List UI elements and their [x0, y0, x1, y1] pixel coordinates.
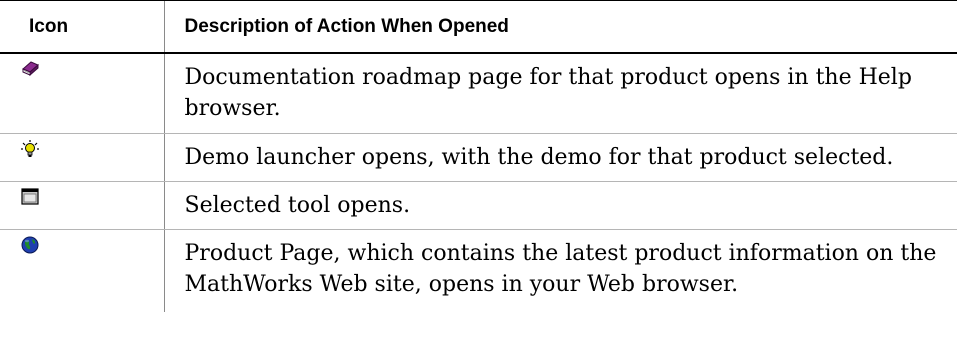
lightbulb-icon: [20, 139, 40, 159]
icon-description-table: Icon Description of Action When Opened D…: [0, 0, 957, 312]
row-description: Documentation roadmap page for that prod…: [163, 53, 957, 134]
row-description: Selected tool opens.: [163, 181, 957, 230]
table-header-row: Icon Description of Action When Opened: [0, 0, 957, 54]
table-row: Demo launcher opens, with the demo for t…: [0, 133, 957, 182]
table-row: Selected tool opens.: [0, 181, 957, 230]
table-row: Product Page, which contains the latest …: [0, 229, 957, 312]
globe-icon: [20, 235, 40, 255]
icon-column-header: Icon: [0, 0, 164, 54]
description-column-header: Description of Action When Opened: [163, 0, 957, 54]
table-row: Documentation roadmap page for that prod…: [0, 53, 957, 134]
row-description: Demo launcher opens, with the demo for t…: [163, 133, 957, 182]
row-description: Product Page, which contains the latest …: [163, 229, 957, 312]
tool-window-icon: [20, 187, 40, 207]
book-icon: [20, 59, 40, 79]
